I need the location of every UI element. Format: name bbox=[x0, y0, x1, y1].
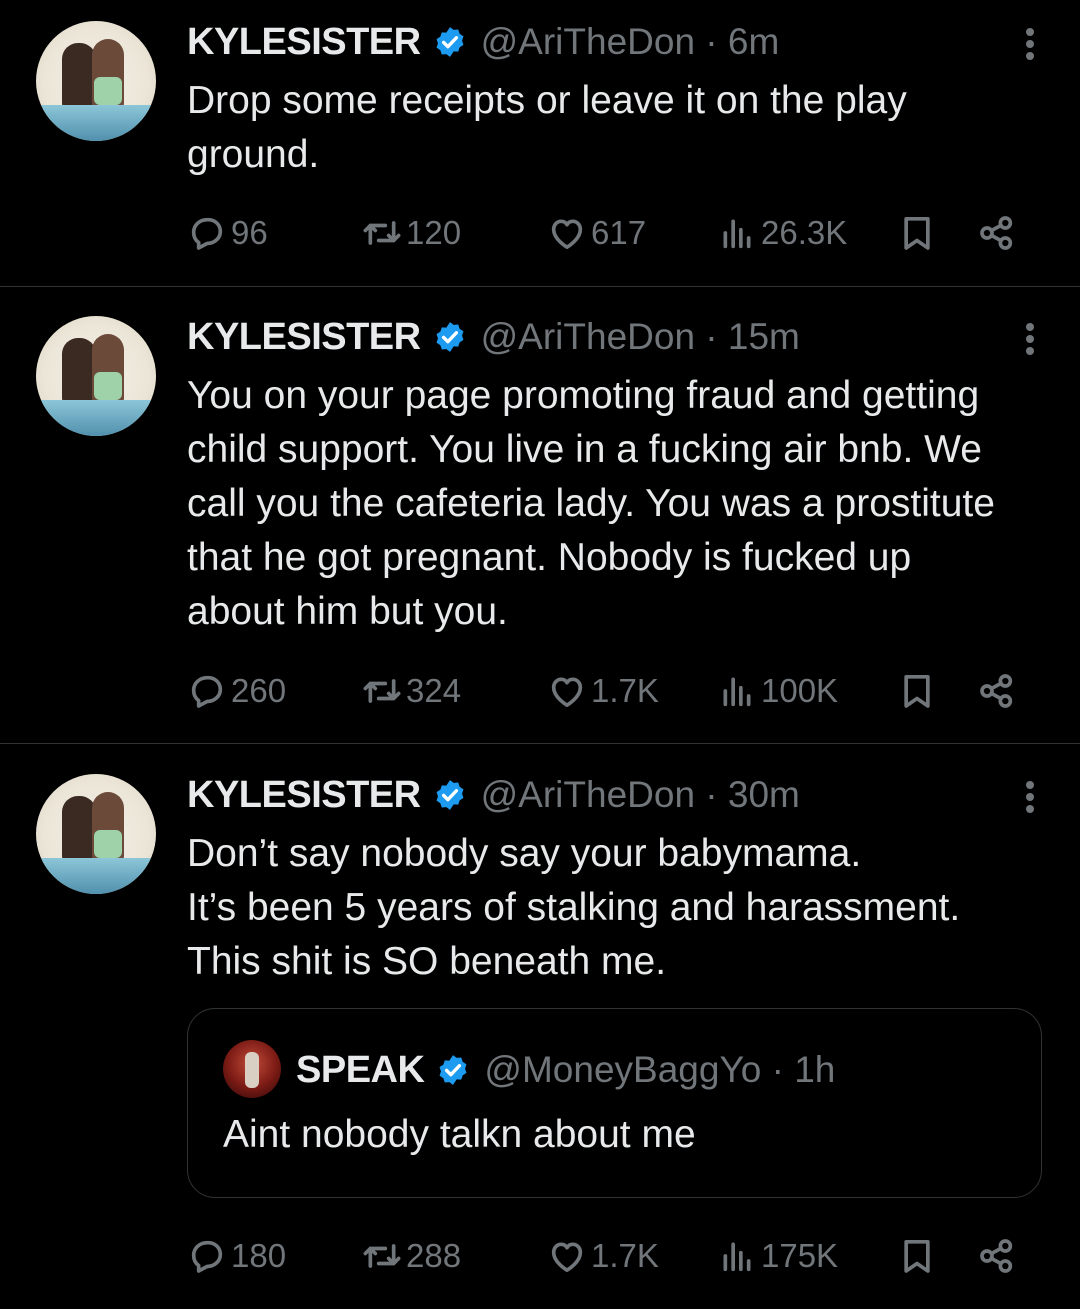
repost-count: 324 bbox=[406, 672, 462, 709]
share-icon bbox=[980, 674, 1013, 708]
repost-button[interactable]: 288 bbox=[362, 1234, 461, 1278]
reply-icon bbox=[191, 1240, 223, 1273]
tweet-text: Drop some receipts or leave it on the pl… bbox=[187, 79, 907, 176]
heart-icon bbox=[551, 219, 583, 250]
action-bar: 96 120 617 26.3K bbox=[187, 211, 1037, 255]
view-count: 100K bbox=[761, 672, 839, 709]
views-chart-icon bbox=[723, 1242, 751, 1272]
like-count: 1.7K bbox=[591, 1237, 659, 1274]
display-name[interactable]: KYLESISTER bbox=[187, 316, 421, 359]
quoted-tweet[interactable]: SPEAK @MoneyBaggYo · 1h Aint nobody talk… bbox=[187, 1008, 1042, 1198]
more-options-icon[interactable] bbox=[1022, 24, 1038, 64]
share-button[interactable] bbox=[977, 669, 1017, 713]
quoted-handle-timestamp[interactable]: @MoneyBaggYo · 1h bbox=[484, 1049, 835, 1091]
avatar[interactable] bbox=[36, 316, 156, 436]
tweet-header: KYLESISTER @AriTheDon · 30m bbox=[187, 773, 800, 817]
reply-button[interactable]: 96 bbox=[187, 211, 268, 255]
reply-icon bbox=[191, 675, 223, 708]
bookmark-button[interactable] bbox=[897, 211, 937, 255]
heart-icon bbox=[551, 1242, 583, 1272]
like-count: 1.7K bbox=[591, 672, 659, 709]
views-button[interactable]: 175K bbox=[717, 1234, 838, 1278]
share-icon bbox=[980, 216, 1013, 250]
avatar[interactable] bbox=[36, 774, 156, 894]
quoted-text: Aint nobody talkn about me bbox=[223, 1113, 696, 1156]
repost-button[interactable]: 120 bbox=[362, 211, 461, 255]
verified-badge-icon bbox=[436, 27, 464, 57]
bookmark-button[interactable] bbox=[897, 669, 937, 713]
like-button[interactable]: 1.7K bbox=[547, 669, 659, 713]
tweet-text: Don’t say nobody say your babymama. It’s… bbox=[187, 832, 961, 983]
repost-count: 288 bbox=[406, 1237, 462, 1274]
share-icon bbox=[980, 1239, 1013, 1273]
quoted-display-name[interactable]: SPEAK bbox=[296, 1049, 425, 1092]
verified-badge-icon bbox=[436, 322, 464, 352]
views-chart-icon bbox=[723, 219, 751, 249]
bookmark-icon bbox=[904, 217, 930, 250]
verified-badge-icon bbox=[439, 1055, 467, 1085]
tweet-text: You on your page promoting fraud and get… bbox=[187, 374, 995, 633]
repost-button[interactable]: 324 bbox=[362, 669, 461, 713]
verified-badge-icon bbox=[436, 780, 464, 810]
avatar[interactable] bbox=[36, 21, 156, 141]
repost-icon bbox=[363, 221, 401, 245]
tweet[interactable]: KYLESISTER @AriTheDon · 6m Drop some rec… bbox=[0, 0, 1080, 286]
like-button[interactable]: 617 bbox=[547, 211, 646, 255]
reply-button[interactable]: 180 bbox=[187, 1234, 286, 1278]
share-button[interactable] bbox=[977, 1234, 1017, 1278]
reply-count: 96 bbox=[231, 214, 268, 251]
display-name[interactable]: KYLESISTER bbox=[187, 774, 421, 817]
quoted-header: SPEAK @MoneyBaggYo · 1h bbox=[296, 1047, 835, 1093]
view-count: 175K bbox=[761, 1237, 839, 1274]
like-button[interactable]: 1.7K bbox=[547, 1234, 659, 1278]
tweet-header: KYLESISTER @AriTheDon · 6m bbox=[187, 20, 779, 64]
handle-timestamp[interactable]: @AriTheDon · 15m bbox=[481, 316, 800, 358]
view-count: 26.3K bbox=[761, 214, 848, 251]
views-button[interactable]: 100K bbox=[717, 669, 838, 713]
bookmark-icon bbox=[904, 1240, 930, 1273]
more-options-icon[interactable] bbox=[1022, 319, 1038, 359]
bookmark-icon bbox=[904, 675, 930, 708]
reply-count: 180 bbox=[231, 1237, 287, 1274]
action-bar: 260 324 1.7K 100K bbox=[187, 669, 1037, 713]
share-button[interactable] bbox=[977, 211, 1017, 255]
action-bar: 180 288 1.7K 175K bbox=[187, 1234, 1037, 1278]
handle-timestamp[interactable]: @AriTheDon · 6m bbox=[481, 21, 780, 63]
more-options-icon[interactable] bbox=[1022, 777, 1038, 817]
reply-button[interactable]: 260 bbox=[187, 669, 286, 713]
tweet-header: KYLESISTER @AriTheDon · 15m bbox=[187, 315, 800, 359]
repost-count: 120 bbox=[406, 214, 462, 251]
views-chart-icon bbox=[723, 677, 751, 707]
repost-icon bbox=[363, 679, 401, 703]
reply-icon bbox=[191, 217, 223, 250]
handle-timestamp[interactable]: @AriTheDon · 30m bbox=[481, 774, 800, 816]
heart-icon bbox=[551, 677, 583, 707]
display-name[interactable]: KYLESISTER bbox=[187, 21, 421, 64]
bookmark-button[interactable] bbox=[897, 1234, 937, 1278]
tweet[interactable]: KYLESISTER @AriTheDon · 30m Don’t say no… bbox=[0, 744, 1080, 1309]
quoted-avatar[interactable] bbox=[223, 1040, 281, 1098]
views-button[interactable]: 26.3K bbox=[717, 211, 847, 255]
like-count: 617 bbox=[591, 214, 647, 251]
reply-count: 260 bbox=[231, 672, 287, 709]
repost-icon bbox=[363, 1244, 401, 1268]
tweet[interactable]: KYLESISTER @AriTheDon · 15m You on your … bbox=[0, 287, 1080, 743]
